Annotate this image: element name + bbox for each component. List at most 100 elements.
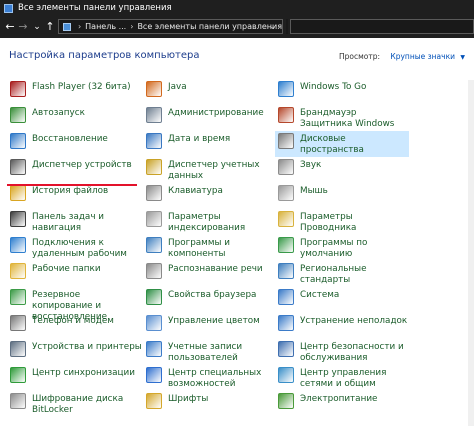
control-panel-item[interactable]: Программы и компоненты	[143, 235, 278, 261]
control-panel-item[interactable]: Windows To Go	[275, 79, 409, 105]
red-underline-annotation	[7, 184, 137, 186]
control-panel-item[interactable]: Программы по умолчанию	[275, 235, 409, 261]
control-panel-item-label: Брандмауэр Защитника Windows	[300, 108, 395, 129]
control-panel-item[interactable]: Резервное копирование и восстановление	[7, 287, 142, 322]
control-panel-item[interactable]: Диспетчер устройств	[7, 157, 142, 183]
control-panel-item[interactable]: Учетные записи пользователей	[143, 339, 278, 365]
control-panel-item[interactable]: Администрирование	[143, 105, 278, 131]
control-panel-item[interactable]: Электропитание	[275, 391, 409, 417]
recent-locations-button[interactable]: ⌄	[31, 21, 43, 33]
view-by-control: Просмотр: Крупные значки ▼	[339, 52, 465, 61]
window-title: Все элементы панели управления	[18, 3, 172, 13]
control-panel-item[interactable]: Дата и время	[143, 131, 278, 157]
content-header: Настройка параметров компьютера Просмотр…	[0, 38, 474, 73]
control-panel-item[interactable]: Клавиатура	[143, 183, 278, 209]
refresh-button[interactable]	[286, 19, 288, 34]
control-panel-item[interactable]: Дисковые пространства	[275, 131, 409, 157]
control-panel-item-label: Центр специальных возможностей	[168, 368, 262, 389]
control-panel-item[interactable]: Система	[275, 287, 409, 313]
control-panel-item[interactable]: Центр специальных возможностей	[143, 365, 278, 391]
control-panel-item[interactable]: Параметры индексирования	[143, 209, 278, 235]
control-panel-item[interactable]: Телефон и модем	[7, 313, 142, 339]
control-panel-item[interactable]: Flash Player (32 бита)	[7, 79, 142, 105]
control-panel-item[interactable]: Java	[143, 79, 278, 105]
control-panel-item[interactable]: Свойства браузера	[143, 287, 278, 313]
back-button[interactable]: ←	[4, 21, 16, 33]
file-history-icon	[10, 185, 26, 201]
navigation-bar: ← → ⌄ ↑ › Панель ... › Все элементы пане…	[0, 16, 474, 38]
control-panel-item[interactable]: Рабочие папки	[7, 261, 142, 287]
autoplay-icon	[10, 107, 26, 123]
search-input[interactable]	[290, 19, 474, 34]
control-panel-item[interactable]: Устранение неполадок	[275, 313, 409, 339]
keyboard-icon	[146, 185, 162, 201]
remote-desktop-icon	[10, 237, 26, 253]
control-panel-item-label: Восстановление	[32, 134, 108, 144]
power-options-icon	[278, 393, 294, 409]
control-panel-item[interactable]: История файлов	[7, 183, 142, 209]
control-panel-item[interactable]: Шифрование диска BitLocker	[7, 391, 142, 417]
up-button[interactable]: ↑	[44, 21, 56, 33]
view-by-label: Просмотр:	[339, 52, 381, 61]
explorer-options-icon	[278, 211, 294, 227]
ease-of-access-icon	[146, 367, 162, 383]
control-panel-item-label: Мышь	[300, 186, 328, 196]
control-panel-item[interactable]: Подключения к удаленным рабочим	[7, 235, 142, 261]
windows-to-go-icon	[278, 81, 294, 97]
indexing-icon	[146, 211, 162, 227]
control-panel-item[interactable]: Управление цветом	[143, 313, 278, 339]
view-by-dropdown[interactable]: Крупные значки	[390, 52, 455, 61]
control-panel-item[interactable]: Параметры Проводника	[275, 209, 409, 235]
breadcrumb-all-items[interactable]: Все элементы панели управления	[137, 22, 282, 31]
control-panel-item-label: Устройства и принтеры	[32, 342, 142, 352]
control-panel-item-label: Распознавание речи	[168, 264, 263, 274]
vertical-scrollbar[interactable]	[468, 80, 474, 426]
control-panel-item[interactable]: Центр управления сетями и общим	[275, 365, 409, 391]
control-panel-item[interactable]: Брандмауэр Защитника Windows	[275, 105, 409, 131]
color-management-icon	[146, 315, 162, 331]
control-panel-item[interactable]: Распознавание речи	[143, 261, 278, 287]
control-panel-item-label: Система	[300, 290, 340, 300]
control-panel-item-label: Дисковые пространства	[300, 134, 364, 155]
control-panel-item-label: Свойства браузера	[168, 290, 257, 300]
programs-icon	[146, 237, 162, 253]
control-panel-item[interactable]: Мышь	[275, 183, 409, 209]
control-panel-item-label: Управление цветом	[168, 316, 260, 326]
address-dropdown-button[interactable]: ⌄	[265, 19, 281, 34]
control-panel-item[interactable]: Диспетчер учетных данных	[143, 157, 278, 183]
control-panel-item[interactable]: Автозапуск	[7, 105, 142, 131]
bitlocker-icon	[10, 393, 26, 409]
control-panel-item[interactable]: Центр синхронизации	[7, 365, 142, 391]
troubleshooting-icon	[278, 315, 294, 331]
flash-icon	[10, 81, 26, 97]
forward-button[interactable]: →	[17, 21, 29, 33]
user-accounts-icon	[146, 341, 162, 357]
firewall-icon	[278, 107, 294, 123]
control-panel-item-label: Панель задач и навигация	[32, 212, 105, 233]
view-by-caret-icon[interactable]: ▼	[460, 54, 465, 61]
control-panel-item-label: Региональные стандарты	[300, 264, 367, 285]
breadcrumb-control-panel[interactable]: Панель ...	[85, 22, 126, 31]
control-panel-item-label: Центр синхронизации	[32, 368, 135, 378]
region-icon	[278, 263, 294, 279]
control-panel-item[interactable]: Восстановление	[7, 131, 142, 157]
control-panel-item-label: Телефон и модем	[32, 316, 114, 326]
control-panel-item-label: Дата и время	[168, 134, 231, 144]
control-panel-item[interactable]: Центр безопасности и обслуживания	[275, 339, 409, 365]
control-panel-item[interactable]: Панель задач и навигация	[7, 209, 142, 235]
control-panel-item[interactable]: Шрифты	[143, 391, 278, 417]
control-panel-item-label: Flash Player (32 бита)	[32, 82, 131, 92]
address-field[interactable]: › Панель ... › Все элементы панели управ…	[58, 19, 283, 34]
control-panel-item-label: Электропитание	[300, 394, 378, 404]
control-panel-item-label: Шифрование диска BitLocker	[32, 394, 124, 415]
control-panel-item-label: Windows To Go	[300, 82, 367, 92]
breadcrumb-separator-icon: ›	[77, 22, 82, 31]
storage-spaces-icon	[278, 133, 294, 149]
control-panel-item[interactable]: Звук	[275, 157, 409, 183]
system-icon	[278, 289, 294, 305]
control-panel-item-label: Центр управления сетями и общим	[300, 368, 387, 389]
control-panel-item[interactable]: Региональные стандарты	[275, 261, 409, 287]
control-panel-item-label: Рабочие папки	[32, 264, 101, 274]
control-panel-item-label: Шрифты	[168, 394, 209, 404]
control-panel-item[interactable]: Устройства и принтеры	[7, 339, 142, 365]
